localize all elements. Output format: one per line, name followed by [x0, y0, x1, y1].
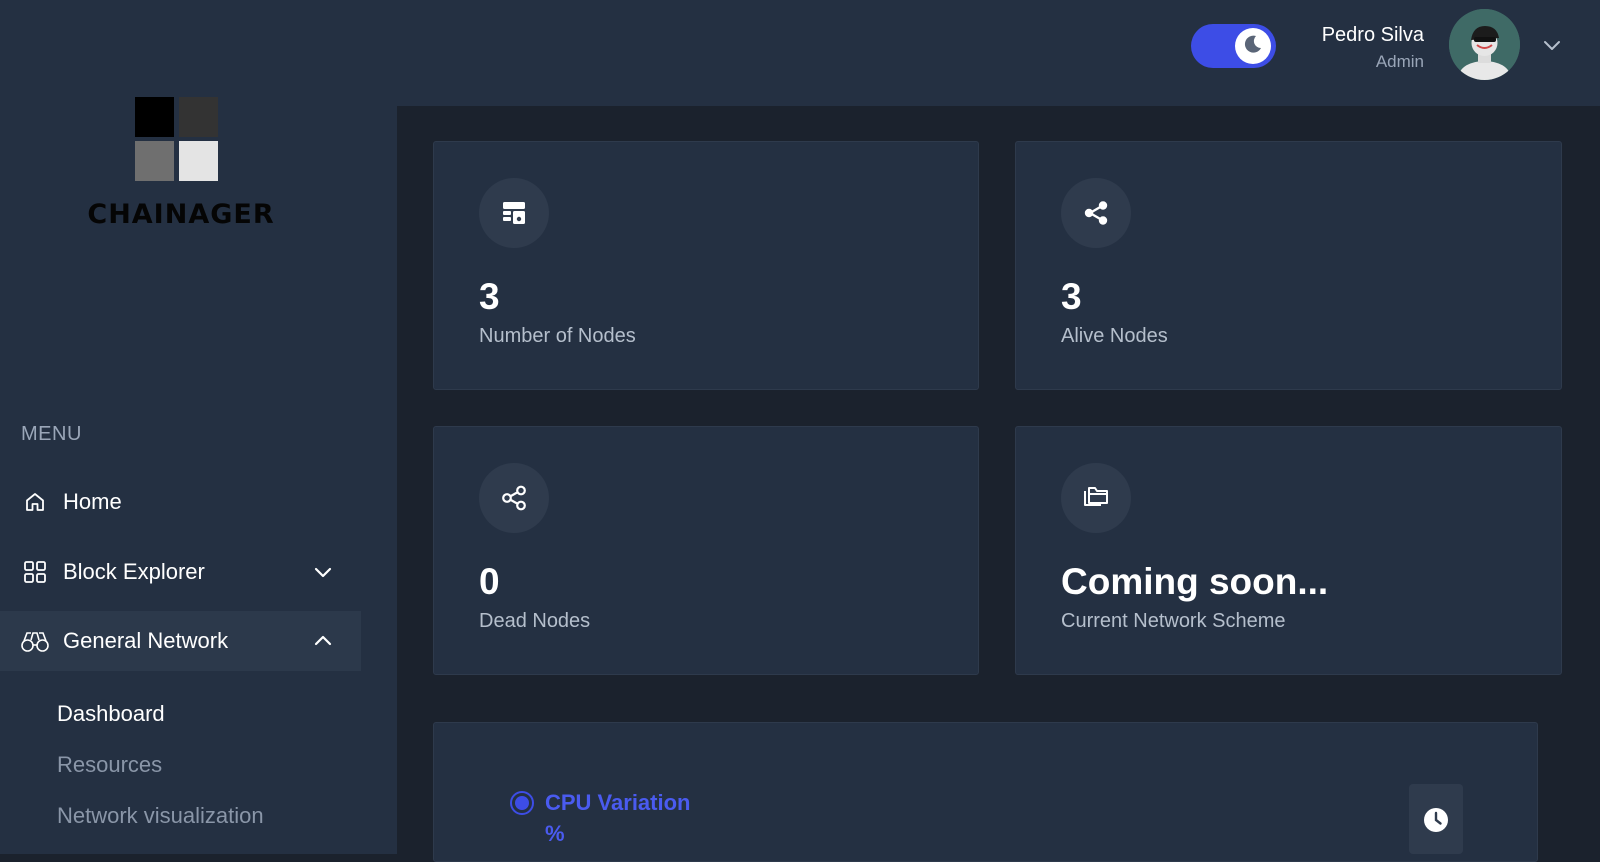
time-range-button[interactable]: [1409, 784, 1463, 854]
stat-label: Number of Nodes: [479, 325, 636, 347]
clock-icon: [1422, 806, 1450, 854]
logo-square: [179, 97, 218, 137]
cpu-variation-label[interactable]: CPU Variation: [545, 790, 690, 816]
cpu-variation-radio[interactable]: [510, 791, 534, 815]
home-icon: [20, 487, 50, 517]
stat-card-dead-nodes: 0 Dead Nodes: [433, 426, 979, 675]
menu-heading: MENU: [21, 423, 82, 445]
avatar[interactable]: [1449, 9, 1520, 80]
share-outline-icon: [479, 463, 549, 533]
theme-toggle[interactable]: [1191, 24, 1276, 68]
stat-value: 3: [479, 276, 500, 317]
grid-icon: [20, 557, 50, 587]
sidebar-item-block-explorer[interactable]: Block Explorer: [0, 542, 361, 602]
sidebar-subitem-dashboard[interactable]: Dashboard: [57, 701, 165, 727]
stat-label: Dead Nodes: [479, 610, 591, 632]
user-role: Admin: [1375, 52, 1424, 71]
logo-square: [135, 141, 174, 181]
sidebar-item-home[interactable]: Home: [0, 472, 361, 532]
sidebar-item-label: General Network: [63, 628, 229, 653]
sidebar: CHAINAGER MENU Home Block Explorer Gener…: [0, 0, 397, 854]
folders-icon: [1061, 463, 1131, 533]
stat-card-network-scheme: Coming soon... Current Network Scheme: [1015, 426, 1562, 675]
stat-card-alive-nodes: 3 Alive Nodes: [1015, 141, 1562, 390]
binoculars-icon: [20, 626, 50, 656]
stat-value: Coming soon...: [1061, 561, 1329, 602]
radio-dot: [515, 796, 529, 810]
server-icon: [479, 178, 549, 248]
user-name[interactable]: Pedro Silva: [1322, 24, 1424, 47]
share-icon: [1061, 178, 1131, 248]
cpu-variation-unit: %: [545, 821, 565, 846]
sidebar-item-label: Home: [63, 489, 122, 514]
sidebar-item-general-network[interactable]: General Network: [0, 611, 361, 671]
stat-label: Alive Nodes: [1061, 325, 1168, 347]
chevron-down-icon[interactable]: [1539, 32, 1565, 58]
theme-toggle-knob: [1235, 28, 1271, 64]
stat-value: 0: [479, 561, 500, 602]
cpu-chart-panel: CPU Variation %: [433, 722, 1538, 862]
stat-card-number-of-nodes: 3 Number of Nodes: [433, 141, 979, 390]
moon-icon: [1242, 33, 1264, 60]
sidebar-item-label: Block Explorer: [63, 559, 205, 584]
logo-square: [179, 141, 218, 181]
chevron-down-icon[interactable]: [311, 560, 335, 584]
chevron-up-icon[interactable]: [311, 629, 335, 653]
logo-square: [135, 97, 174, 137]
stat-value: 3: [1061, 276, 1082, 317]
logo-text: CHAINAGER: [87, 199, 275, 230]
stat-label: Current Network Scheme: [1061, 610, 1286, 632]
app-logo[interactable]: [135, 97, 219, 182]
sidebar-subitem-network-visualization[interactable]: Network visualization: [57, 803, 264, 829]
sidebar-subitem-resources[interactable]: Resources: [57, 752, 162, 778]
